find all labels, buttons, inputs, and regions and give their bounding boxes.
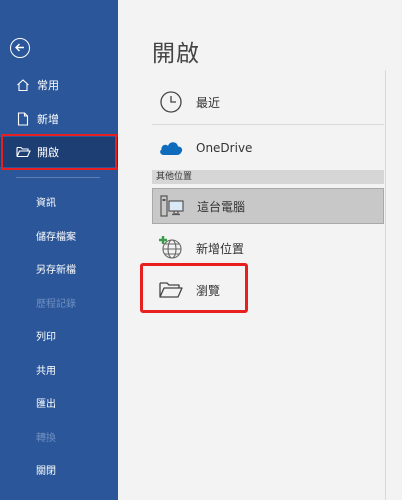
location-onedrive[interactable]: OneDrive [152, 130, 384, 166]
other-locations-header: 其他位置 [152, 170, 384, 184]
location-label: 新增位置 [196, 241, 245, 256]
list-divider [152, 124, 384, 125]
sidebar-item-label: 新增 [37, 113, 59, 126]
backstage-sidebar: 常用 新增 開啟 資訊 儲存檔案 另存新檔 歷程記錄 列印 共用 匯出 轉換 關… [0, 0, 118, 500]
sidebar-item-print[interactable]: 列印 [36, 328, 56, 343]
location-recent[interactable]: 最近 [152, 84, 384, 120]
cloud-icon [156, 133, 186, 163]
back-button[interactable] [10, 38, 30, 58]
sidebar-item-info[interactable]: 資訊 [36, 194, 56, 209]
add-place-globe-icon [156, 233, 186, 263]
open-pane: 開啟 最近 OneDrive 其他位置 這台電腦 新增位置 瀏覽 [118, 0, 402, 500]
sidebar-item-save-as[interactable]: 另存新檔 [36, 261, 76, 276]
sidebar-item-share[interactable]: 共用 [36, 362, 56, 377]
location-label: OneDrive [196, 141, 253, 155]
new-document-icon [15, 111, 31, 127]
page-title: 開啟 [152, 41, 200, 67]
sidebar-item-export[interactable]: 匯出 [36, 395, 56, 410]
sidebar-item-label: 常用 [37, 79, 59, 92]
sidebar-item-transform: 轉換 [36, 433, 56, 444]
home-icon [15, 77, 31, 93]
browse-selection-highlight [140, 263, 248, 313]
open-selection-highlight [1, 134, 117, 170]
sidebar-item-new[interactable]: 新增 [0, 104, 118, 134]
sidebar-divider [16, 177, 100, 178]
back-arrow-icon [15, 43, 24, 52]
sidebar-item-close[interactable]: 關閉 [36, 462, 56, 477]
sidebar-item-home[interactable]: 常用 [0, 70, 118, 100]
location-this-pc[interactable]: 這台電腦 [152, 188, 384, 224]
pane-divider [385, 70, 386, 500]
sidebar-item-save[interactable]: 儲存檔案 [36, 228, 76, 243]
computer-icon [157, 191, 187, 221]
location-label: 最近 [196, 95, 221, 110]
location-add-place[interactable]: 新增位置 [152, 230, 384, 266]
location-label: 這台電腦 [197, 199, 246, 214]
clock-icon [156, 87, 186, 117]
sidebar-item-history: 歷程記錄 [36, 299, 76, 310]
